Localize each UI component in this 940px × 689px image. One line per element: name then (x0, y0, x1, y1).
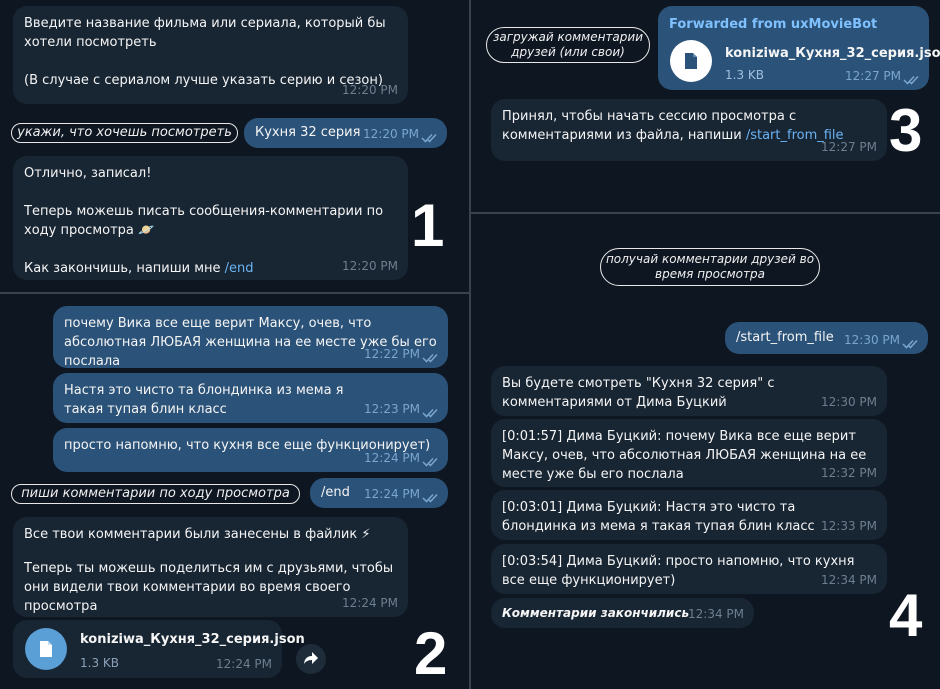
file-name: koniziwa_Кухня_32_серия.json (725, 46, 940, 61)
message-time: 12:30 PM (844, 333, 900, 347)
message-time: 12:24 PM (364, 451, 420, 465)
bot-comment-3: [0:03:54] Дима Буцкий: просто напомню, ч… (491, 544, 887, 594)
panel-step-1: Введите название фильма или сериала, кот… (0, 0, 469, 292)
message-line-1: Отлично, записал! (24, 166, 152, 181)
bot-message-session-start: Вы будете смотреть "Кухня 32 серия" с ко… (491, 366, 887, 416)
read-checkmarks-icon (902, 339, 920, 349)
message-time: 12:27 PM (821, 140, 877, 154)
read-checkmarks-icon (421, 133, 439, 143)
forwarded-from-label[interactable]: Forwarded from uxMovieBot (669, 15, 877, 34)
message-time: 12:33 PM (821, 519, 877, 533)
message-text: Комментарии закончились (502, 606, 690, 620)
read-checkmarks-icon (422, 353, 440, 363)
message-time: 12:27 PM (845, 69, 901, 83)
annotation-note: получай комментарии друзей во время прос… (600, 248, 820, 286)
bot-message-prompt: Введите название фильма или сериала, кот… (13, 6, 408, 104)
message-text: [0:03:54] Дима Буцкий: просто напомню, ч… (502, 554, 855, 588)
bot-comment-1: [0:01:57] Дима Буцкий: почему Вика все е… (491, 419, 887, 487)
file-name: koniziwa_Кухня_32_серия.json (80, 632, 305, 647)
message-text: Кухня 32 серия (255, 125, 361, 140)
message-time: 12:20 PM (342, 83, 398, 97)
message-line-1: Все твои комментарии были занесены в фай… (24, 527, 371, 542)
message-time: 12:22 PM (364, 347, 420, 361)
message-time: 12:34 PM (688, 607, 744, 621)
annotation-note: загружай комментарии друзей (или свои) (486, 27, 650, 63)
panel-step-2: почему Вика все еще верит Максу, очев, ч… (0, 294, 469, 689)
user-message-start: /start_from_file 12:30 PM (725, 322, 928, 354)
message-line-3: Как закончишь, напиши мне (24, 261, 225, 276)
bot-message-comments-ended: Комментарии закончились 12:34 PM (491, 598, 754, 628)
step-number: 2 (414, 620, 448, 687)
file-size: 1.3 KB (725, 68, 764, 82)
annotation-note: укажи, что хочешь посмотреть (11, 123, 238, 143)
message-text: /end (321, 485, 350, 500)
message-time: 12:20 PM (342, 259, 398, 273)
message-time: 12:32 PM (821, 466, 877, 480)
user-comment-3: просто напомню, что кухня все еще функци… (53, 428, 448, 472)
bot-message-confirm: Отлично, записал! Теперь можешь писать с… (13, 156, 408, 280)
end-command-link[interactable]: /end (225, 261, 254, 276)
annotation-note: пиши комментарии по ходу просмотра (11, 484, 300, 504)
bot-comment-2: [0:03:01] Дима Буцкий: Настя это чисто т… (491, 490, 887, 540)
message-text: /start_from_file (736, 330, 834, 345)
file-message[interactable]: koniziwa_Кухня_32_серия.json 1.3 KB 12:2… (13, 620, 305, 678)
message-time: 12:24 PM (342, 596, 398, 610)
step-number: 4 (889, 582, 923, 649)
document-icon[interactable] (670, 40, 712, 82)
message-text: Вы будете смотреть "Кухня 32 серия" с ко… (502, 376, 775, 410)
user-comment-2: Настя это чисто та блондинка из мема я т… (53, 373, 448, 423)
user-comment-1: почему Вика все еще верит Максу, очев, ч… (53, 306, 448, 369)
message-text: [0:01:57] Дима Буцкий: почему Вика все е… (502, 429, 867, 482)
ringed-planet-emoji: 🪐 (138, 223, 155, 238)
read-checkmarks-icon (422, 493, 440, 503)
message-text: [0:03:01] Дима Буцкий: Настя это чисто т… (502, 500, 815, 534)
step-number: 1 (411, 192, 445, 259)
forwarded-file-message[interactable]: Forwarded from uxMovieBot koniziwa_Кухня… (658, 6, 940, 90)
message-time: 12:24 PM (216, 657, 272, 671)
bot-message-accepted: Принял, чтобы начать сессию просмотра с … (491, 99, 887, 161)
user-message-title: Кухня 32 серия 12:20 PM (244, 118, 447, 148)
user-message-end: /end 12:24 PM (310, 478, 448, 508)
message-time: 12:30 PM (821, 395, 877, 409)
panel-step-3: загружай комментарии друзей (или свои) F… (471, 0, 940, 212)
step-number: 3 (889, 97, 923, 164)
message-time: 12:34 PM (821, 573, 877, 587)
share-forward-button[interactable] (296, 644, 326, 674)
message-time: 12:24 PM (364, 487, 420, 501)
bot-message-saved: Все твои комментарии были занесены в фай… (13, 517, 408, 617)
document-icon[interactable] (25, 628, 67, 670)
message-line-2: Теперь можешь писать сообщения-комментар… (24, 204, 384, 238)
read-checkmarks-icon (903, 75, 921, 85)
message-time: 12:20 PM (363, 127, 419, 141)
panel-step-4: получай комментарии друзей во время прос… (471, 214, 940, 689)
forward-arrow-icon (303, 650, 319, 669)
read-checkmarks-icon (422, 408, 440, 418)
message-time: 12:23 PM (364, 402, 420, 416)
read-checkmarks-icon (422, 457, 440, 467)
file-size: 1.3 KB (80, 656, 119, 670)
message-text: Введите название фильма или сериала, кот… (24, 16, 386, 88)
